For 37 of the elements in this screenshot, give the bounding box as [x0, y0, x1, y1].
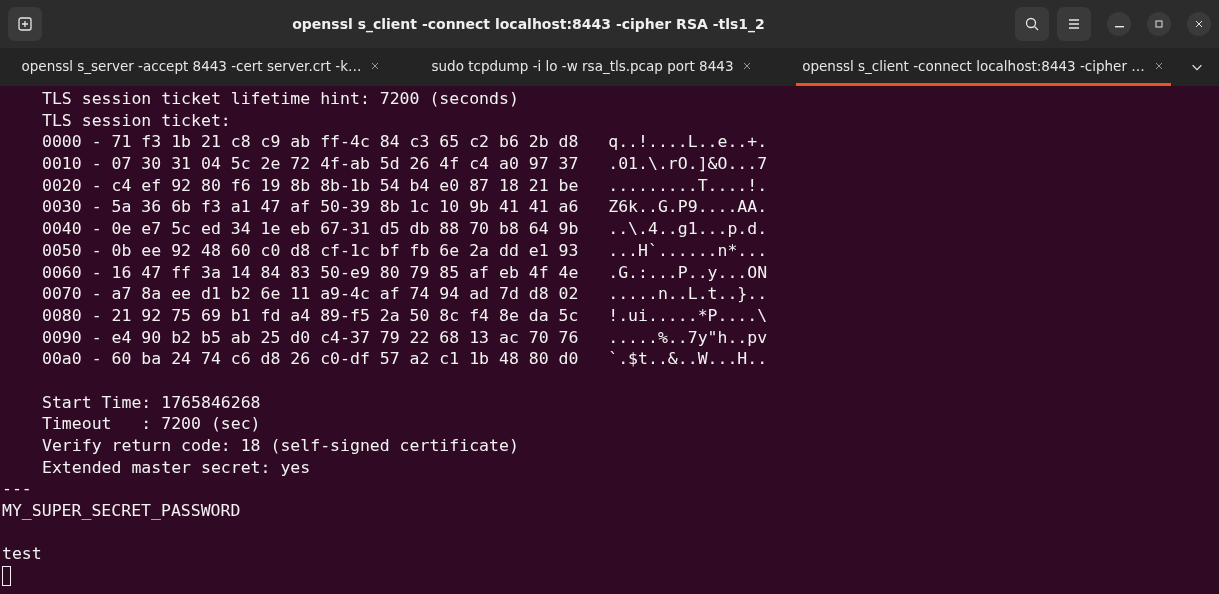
new-tab-button[interactable] — [8, 7, 42, 41]
window-title: openssl s_client -connect localhost:8443 -cipher RSA -tls1_2 — [291, 16, 766, 32]
terminal-line: Timeout : 7200 (sec) — [42, 414, 261, 434]
terminal-line: Verify return code: 18 (self-signed certificate) — [42, 436, 519, 455]
terminal-line: 0090 - e4 90 b2 b5 ab 25 d0 c4-37 79 22 68 13 ac 70 76 .....%..7y"h..pv — [42, 327, 768, 347]
maximize-icon — [1153, 18, 1165, 30]
terminal-line: 0070 - a7 8a ee d1 b2 6e 11 a9-4c af 74 94 ad 7d d8 02 .....n..L.t..}.. — [42, 284, 768, 304]
terminal-line: 0020 - c4 ef 92 80 f6 19 8b 8b-1b 54 b4 e0 87 18 21 be .........T....!. — [42, 175, 768, 195]
terminal-line: 0060 - 16 47 ff 3a 14 84 83 50-e9 80 79 85 af eb 4f 4e .G.:...P..y...ON — [42, 262, 768, 282]
terminal-line: test — [2, 544, 42, 564]
close-icon — [1193, 18, 1205, 30]
terminal-line: 0000 - 71 f3 1b 21 c8 c9 ab ff-4c 84 c3 65 c2 b6 2b d8 q..!....L..e..+. — [42, 132, 768, 152]
terminal-line: Extended master secret: yes — [42, 457, 311, 477]
terminal-tab[interactable]: openssl s_client -connect localhost:8443 -cipher … — [796, 48, 1171, 86]
terminal-line: --- — [2, 479, 32, 499]
terminal-line: Start Time: 1765846268 — [42, 392, 261, 412]
menu-icon — [1066, 16, 1082, 32]
terminal-line: 00a0 - 60 ba 24 74 c6 d8 26 c0-df 57 a2 c1 1b 48 80 d0 `.$t..&..W...H.. — [42, 349, 768, 369]
terminal-line: TLS session ticket: — [42, 110, 231, 130]
search-icon — [1024, 16, 1040, 32]
terminal-tab[interactable]: sudo tcpdump -i lo -w rsa_tls.pcap port 8443 — [405, 48, 780, 86]
terminal-line: 0040 - 0e e7 5c ed 34 1e eb 67-31 d5 db 88 70 b8 64 9b ..\.4..g1...p.d. — [42, 219, 768, 239]
terminal-line: 0010 - 07 30 31 04 5c 2e 72 4f-ab 5d 26 4f c4 a0 97 37 .01.\.rO.]&O...7 — [42, 154, 768, 174]
terminal-line: 0080 - 21 92 75 69 b1 fd a4 89-f5 2a 50 8c f4 8e da 5c !.ui.....*P....\ — [42, 305, 768, 325]
minimize-icon — [1114, 26, 1124, 28]
new-tab-icon — [17, 16, 33, 32]
terminal-line: 0050 - 0b ee 92 48 60 c0 d8 cf-1c bf fb 6e 2a dd e1 93 ...H`......n*... — [42, 240, 768, 260]
terminal-tab[interactable]: openssl s_server -accept 8443 -cert server.crt -k… — [14, 48, 389, 86]
terminal-line: TLS session ticket lifetime hint: 7200 (seconds) — [42, 89, 519, 108]
terminal-line: 0030 - 5a 36 6b f3 a1 47 af 50-39 8b 1c 10 9b 41 41 a6 Z6k..G.P9....AA. — [42, 197, 768, 217]
menu-button[interactable] — [1057, 7, 1091, 41]
close-button[interactable] — [1187, 12, 1211, 36]
text-cursor — [2, 566, 11, 587]
minimize-button[interactable] — [1107, 12, 1131, 36]
maximize-button[interactable] — [1147, 12, 1171, 36]
terminal-line: MY_SUPER_SECRET_PASSWORD — [2, 501, 241, 521]
search-button[interactable] — [1015, 7, 1049, 41]
